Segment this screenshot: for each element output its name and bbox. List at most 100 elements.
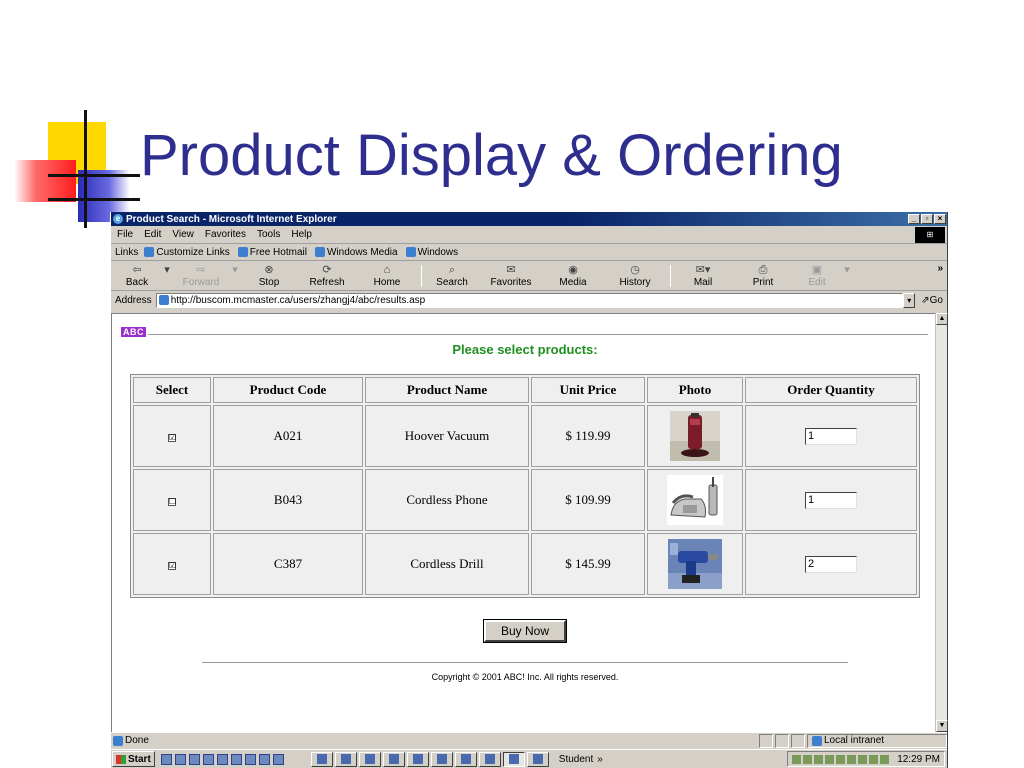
page-content: ABC Please select products: Select Produ… (111, 313, 937, 732)
refresh-button[interactable]: ⟳ Refresh (299, 264, 355, 290)
tray-icon[interactable] (847, 754, 857, 764)
system-tray: 12:29 PM (787, 751, 945, 767)
quick-launch-icon[interactable] (272, 753, 284, 765)
scroll-down-icon[interactable]: ▼ (936, 720, 948, 732)
select-checkbox[interactable]: ☐ (168, 498, 176, 506)
menu-edit[interactable]: Edit (144, 229, 161, 240)
task-button[interactable] (430, 751, 453, 767)
quick-launch-icon[interactable] (216, 753, 228, 765)
task-button[interactable] (454, 751, 477, 767)
edit-dropdown[interactable]: ▾ (843, 264, 851, 290)
task-button[interactable] (478, 751, 501, 767)
decor-vertical-line (84, 110, 87, 228)
product-name: Hoover Vacuum (365, 405, 529, 467)
refresh-label: Refresh (309, 277, 345, 288)
scroll-up-icon[interactable]: ▲ (936, 313, 948, 325)
go-button[interactable]: ⇗Go (921, 295, 943, 306)
history-button[interactable]: ◷ History (606, 264, 664, 290)
tray-icon[interactable] (858, 754, 868, 764)
forward-button[interactable]: ⇨ Forward (175, 264, 227, 290)
link-windows[interactable]: Windows (405, 246, 459, 258)
toolbar-chevron[interactable]: » (597, 754, 603, 765)
table-header-row: Select Product Code Product Name Unit Pr… (133, 377, 917, 403)
tray-icon[interactable] (792, 754, 802, 764)
address-input[interactable]: http://buscom.mcmaster.ca/users/zhangj4/… (155, 292, 904, 308)
menu-file[interactable]: File (117, 229, 133, 240)
stop-button[interactable]: ⊗ Stop (243, 264, 295, 290)
select-checkbox[interactable]: ☑ (168, 434, 176, 442)
link-label: Windows Media (326, 246, 398, 258)
tray-icon[interactable] (836, 754, 846, 764)
window-titlebar[interactable]: e Product Search - Microsoft Internet Ex… (111, 212, 947, 226)
decor-horizontal-line (48, 174, 140, 177)
search-button[interactable]: ⌕ Search (426, 264, 478, 290)
media-label: Media (559, 277, 587, 288)
quick-launch-icon[interactable] (244, 753, 256, 765)
clock[interactable]: 12:29 PM (897, 754, 940, 765)
link-customize-links[interactable]: Customize Links (144, 247, 230, 258)
mail-label: Mail (693, 277, 713, 288)
quantity-input[interactable]: 1 (805, 428, 857, 445)
link-label: Windows (417, 246, 459, 258)
toolbar-separator (670, 265, 671, 287)
task-button[interactable] (334, 751, 357, 767)
back-dropdown[interactable]: ▾ (163, 264, 171, 290)
quick-launch-icon[interactable] (188, 753, 200, 765)
edit-button[interactable]: ▣ Edit (795, 264, 839, 290)
buy-now-button[interactable]: Buy Now (483, 619, 567, 643)
menu-tools[interactable]: Tools (257, 229, 280, 240)
menu-favorites[interactable]: Favorites (205, 229, 246, 240)
menu-help[interactable]: Help (291, 229, 312, 240)
app-icon (316, 754, 327, 764)
tray-icon[interactable] (880, 754, 890, 764)
mail-button[interactable]: ✉▾ Mail (675, 264, 731, 290)
page-icon (405, 247, 416, 257)
quantity-input[interactable]: 2 (805, 556, 857, 573)
tray-icon[interactable] (814, 754, 824, 764)
task-button[interactable] (310, 751, 333, 767)
media-button[interactable]: ◉ Media (544, 264, 602, 290)
link-windows-media[interactable]: Windows Media (314, 246, 398, 258)
ie-quick-launch-icon[interactable] (202, 753, 214, 765)
print-button[interactable]: ⎙ Print (735, 264, 791, 290)
user-label[interactable]: Student (559, 754, 593, 765)
word-icon[interactable] (258, 753, 270, 765)
tray-icon[interactable] (803, 754, 813, 764)
quick-launch-icon[interactable] (174, 753, 186, 765)
address-dropdown[interactable]: ▾ (903, 292, 916, 308)
quantity-input[interactable]: 1 (805, 492, 857, 509)
tray-icon[interactable] (869, 754, 879, 764)
history-label: History (619, 277, 651, 288)
task-button[interactable] (406, 751, 429, 767)
status-cell (775, 733, 789, 748)
select-checkbox[interactable]: ☑ (168, 562, 176, 570)
task-button[interactable] (358, 751, 381, 767)
status-cell (759, 733, 773, 748)
menu-view[interactable]: View (172, 229, 194, 240)
task-button-active[interactable] (502, 751, 525, 767)
restore-icon[interactable]: ▫ (921, 214, 933, 224)
products-table: Select Product Code Product Name Unit Pr… (130, 374, 920, 598)
forward-dropdown[interactable]: ▾ (231, 264, 239, 290)
task-button[interactable] (382, 751, 405, 767)
close-icon[interactable]: × (934, 214, 946, 224)
home-button[interactable]: ⌂ Home (359, 264, 415, 290)
link-free-hotmail[interactable]: Free Hotmail (237, 246, 307, 258)
windows-flag-icon (116, 754, 126, 764)
start-button[interactable]: Start (112, 751, 155, 767)
back-button[interactable]: ⇦ Back (115, 264, 159, 290)
quick-launch-icon[interactable] (230, 753, 242, 765)
favorites-button[interactable]: ✉ Favorites (482, 264, 540, 290)
minimize-icon[interactable]: _ (908, 214, 920, 224)
show-desktop-icon[interactable] (160, 753, 172, 765)
app-icon (340, 754, 351, 764)
select-cell: ☐ (133, 469, 211, 531)
windows-logo-icon: ⊞ (915, 227, 945, 243)
toolbar-more-chevron[interactable]: » (937, 263, 943, 274)
link-label: Free Hotmail (249, 246, 307, 258)
photo-cell (647, 469, 743, 531)
vertical-scrollbar[interactable]: ▲ ▼ (935, 313, 948, 732)
task-button[interactable] (526, 751, 549, 767)
tray-icon[interactable] (825, 754, 835, 764)
app-icon (388, 754, 399, 764)
